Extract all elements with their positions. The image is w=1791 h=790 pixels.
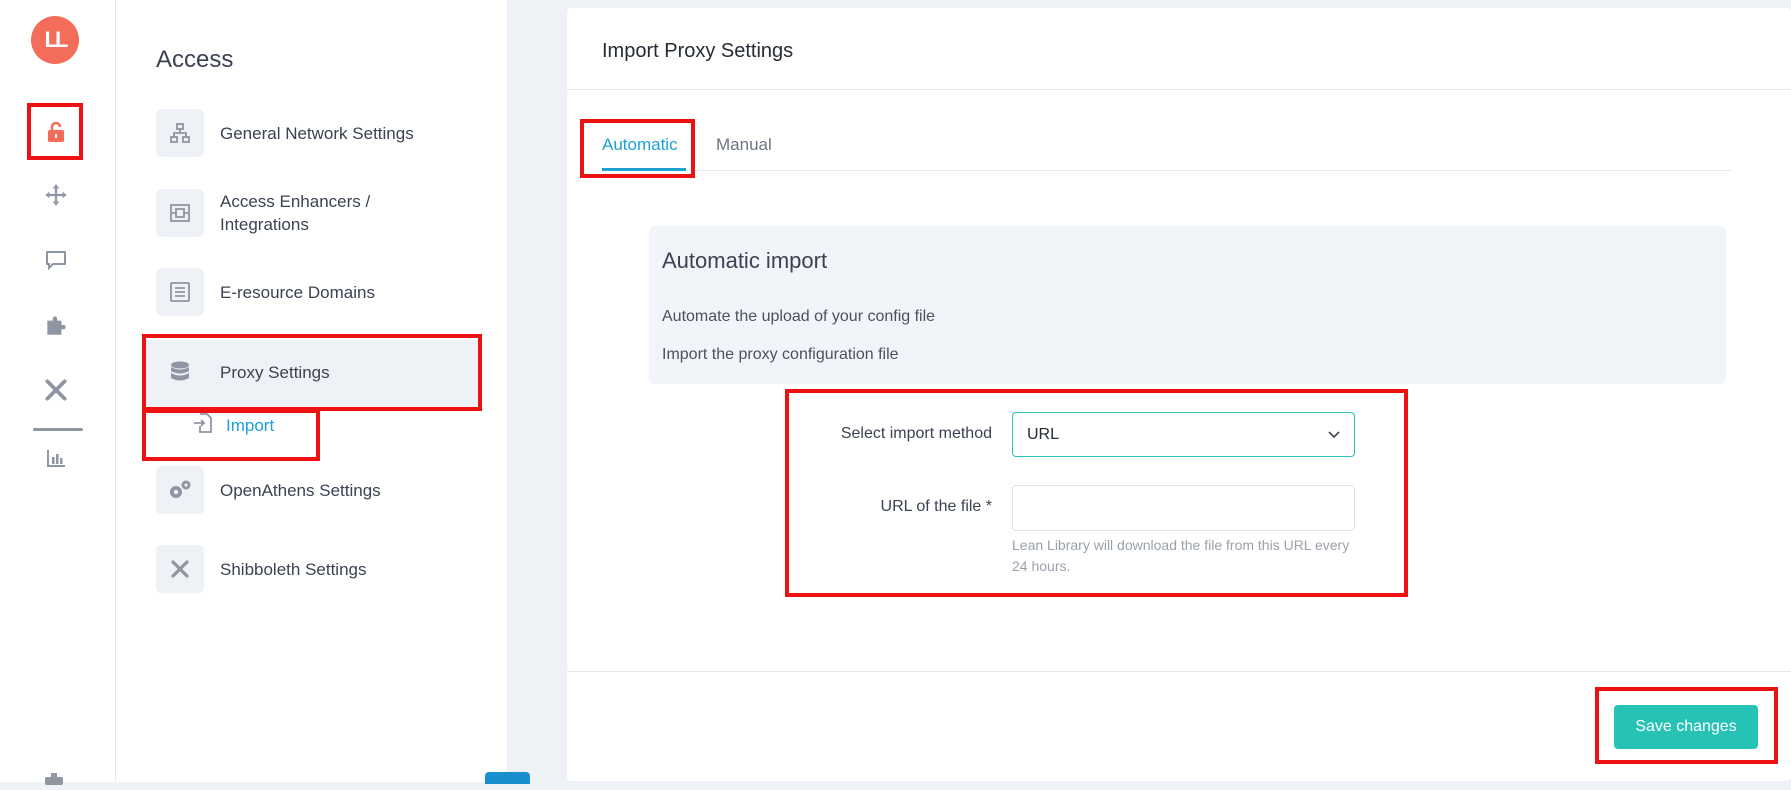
tools-icon bbox=[156, 545, 204, 593]
nav-item-eresource-domains[interactable]: E-resource Domains bbox=[156, 268, 486, 316]
nav-subitem-label: Import bbox=[226, 415, 275, 435]
info-description: Import the proxy configuration file bbox=[662, 346, 899, 363]
left-rail: LL bbox=[0, 0, 116, 785]
import-proxy-card: Import Proxy Settings Automatic Manual A… bbox=[567, 8, 1791, 781]
tabs-divider bbox=[602, 170, 1732, 171]
help-widget-button[interactable] bbox=[485, 772, 530, 784]
nav-item-label: OpenAthens Settings bbox=[220, 480, 381, 500]
nav-item-shibboleth[interactable]: Shibboleth Settings bbox=[156, 545, 486, 593]
app-logo[interactable]: LL bbox=[31, 16, 79, 64]
info-description: Automate the upload of your config file bbox=[662, 308, 936, 325]
page-title: Import Proxy Settings bbox=[602, 40, 794, 62]
save-button[interactable]: Save changes bbox=[1614, 705, 1758, 749]
settings-icon[interactable] bbox=[43, 772, 65, 785]
list-icon bbox=[156, 268, 204, 316]
url-field-label: URL of the file * bbox=[880, 498, 992, 515]
database-icon bbox=[156, 348, 204, 396]
nav-item-label: General Network Settings bbox=[220, 123, 414, 143]
nav-item-label: Access Enhancers / Integrations bbox=[220, 192, 371, 234]
import-method-label: Select import method bbox=[840, 425, 992, 442]
nav-subitem-import[interactable]: Import bbox=[192, 412, 274, 439]
rail-divider bbox=[33, 428, 83, 431]
integration-icon bbox=[156, 189, 204, 237]
access-subnav: Access General Network Settings Access E… bbox=[116, 0, 507, 782]
active-tab-indicator bbox=[602, 168, 686, 171]
chat-bubble-icon[interactable] bbox=[36, 240, 76, 280]
import-method-value: URL bbox=[1027, 425, 1060, 443]
nav-item-label: Proxy Settings bbox=[220, 362, 330, 382]
automatic-import-info: Automatic import Automate the upload of … bbox=[649, 226, 1726, 384]
nav-item-proxy-settings[interactable]: Proxy Settings bbox=[156, 348, 486, 396]
footer-divider bbox=[567, 671, 1791, 672]
tools-icon[interactable] bbox=[36, 370, 76, 410]
tab-automatic[interactable]: Automatic bbox=[602, 135, 678, 155]
chevron-down-icon bbox=[1328, 426, 1340, 444]
url-field[interactable] bbox=[1012, 485, 1355, 531]
bar-chart-icon[interactable] bbox=[36, 438, 76, 478]
network-icon bbox=[156, 109, 204, 157]
import-method-select[interactable]: URL bbox=[1012, 412, 1355, 457]
header-divider bbox=[567, 89, 1791, 90]
url-help-text: Lean Library will download the file from… bbox=[1012, 537, 1350, 574]
unlock-icon[interactable] bbox=[36, 112, 76, 152]
move-arrows-icon[interactable] bbox=[36, 175, 76, 215]
info-title: Automatic import bbox=[662, 248, 828, 273]
tab-manual[interactable]: Manual bbox=[716, 135, 772, 155]
nav-item-access-enhancers[interactable]: Access Enhancers / Integrations bbox=[156, 189, 486, 237]
gears-icon bbox=[156, 466, 204, 514]
nav-item-label: E-resource Domains bbox=[220, 282, 375, 302]
file-import-icon bbox=[192, 412, 214, 439]
subnav-title: Access bbox=[156, 46, 234, 73]
nav-item-general-network[interactable]: General Network Settings bbox=[156, 109, 486, 157]
nav-item-label: Shibboleth Settings bbox=[220, 559, 367, 579]
puzzle-icon[interactable] bbox=[36, 305, 76, 345]
nav-item-openathens[interactable]: OpenAthens Settings bbox=[156, 466, 486, 514]
